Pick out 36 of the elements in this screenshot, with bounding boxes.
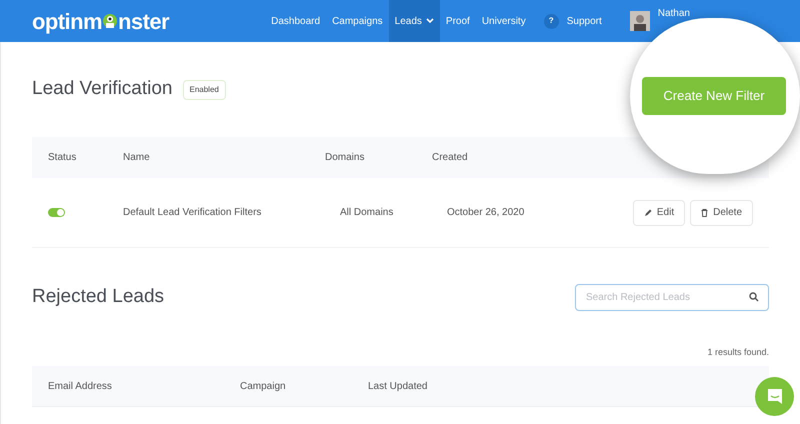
column-header: Created (432, 151, 469, 165)
table-cell-text: All Domains (340, 206, 394, 220)
delete-button[interactable]: Delete (690, 200, 753, 226)
status-badge: Enabled (182, 80, 226, 100)
support-link[interactable]: Support (564, 14, 604, 28)
section-title: Rejected Leads (32, 284, 164, 309)
column-header: Domains (325, 151, 366, 165)
column-header: Status (47, 151, 78, 165)
table-cell-text: October 26, 2020 (447, 206, 526, 220)
nav-tab[interactable]: Leads (388, 0, 440, 42)
help-icon: ? (544, 14, 559, 28)
nav-tab[interactable]: Proof (440, 0, 476, 42)
edit-button[interactable]: Edit (632, 200, 686, 226)
pencil-icon (644, 208, 652, 216)
logo-text: nster (118, 8, 170, 36)
nav-tab[interactable]: Campaigns (326, 0, 389, 42)
column-header: Email Address (47, 380, 113, 394)
section-title: Lead Verification (32, 77, 172, 102)
avatar (630, 11, 650, 31)
column-header: Campaign (240, 380, 287, 394)
chat-icon (766, 388, 784, 405)
user-name: Nathan (658, 7, 690, 21)
search-icon (749, 292, 759, 302)
monster-icon (102, 12, 118, 30)
column-header: Name (122, 151, 151, 165)
nav-tab[interactable]: University (476, 0, 532, 42)
toggle-switch[interactable] (48, 208, 65, 217)
column-header: Last Updated (368, 380, 428, 394)
nav-tab[interactable]: Dashboard (265, 0, 326, 42)
logo-text: optinm (32, 8, 102, 36)
create-filter-button[interactable]: Create New Filter (642, 77, 786, 115)
chat-button[interactable] (755, 377, 794, 416)
table-cell-text: Default Lead Verification Filters (123, 206, 262, 220)
trash-icon (701, 208, 708, 216)
search-field[interactable]: Search Rejected Leads (575, 284, 769, 310)
results-count: 1 results found. (707, 346, 769, 359)
